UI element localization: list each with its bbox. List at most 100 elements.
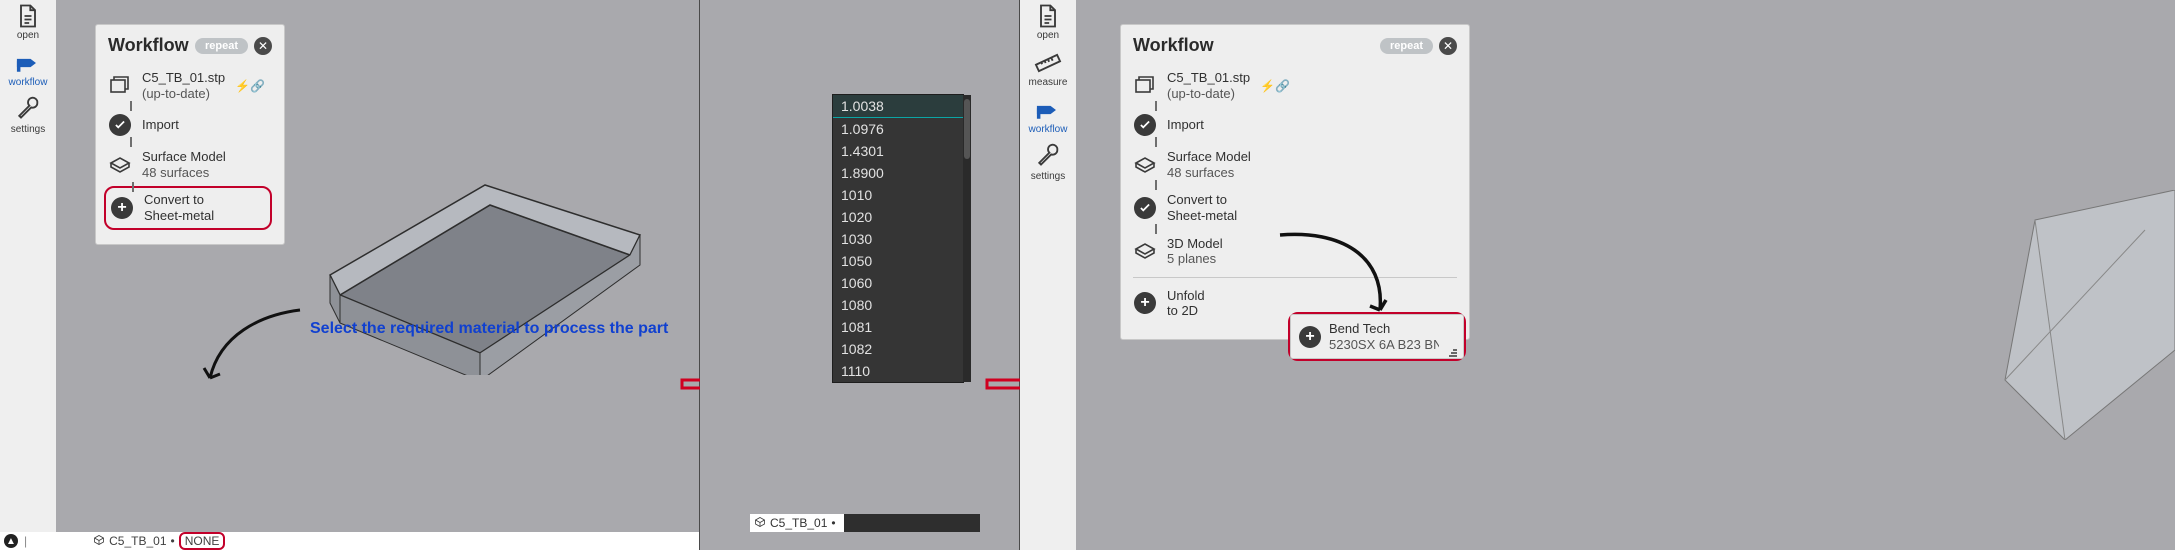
plus-icon xyxy=(111,197,133,219)
material-option[interactable]: 1.0976 xyxy=(833,118,963,140)
annotation-arrow xyxy=(1270,225,1400,325)
hammer-icon xyxy=(1034,98,1062,122)
material-option[interactable]: 1010 xyxy=(833,184,963,206)
left-toolbar: open measure workflow settings xyxy=(1020,0,1076,550)
surface-model-icon xyxy=(108,153,132,177)
status-material[interactable]: NONE xyxy=(179,532,226,550)
dropdown-scrollbar[interactable] xyxy=(963,95,971,382)
workflow-title: Workflow xyxy=(108,35,189,56)
material-option[interactable]: 1082 xyxy=(833,338,963,360)
workflow-label: workflow xyxy=(9,77,48,88)
hammer-icon xyxy=(14,51,42,75)
settings-button[interactable]: settings xyxy=(4,98,52,135)
open-button[interactable]: open xyxy=(4,4,52,41)
surface-title: Surface Model xyxy=(142,149,226,165)
workflow-step-surface[interactable]: Surface Model 48 surfaces xyxy=(108,143,272,186)
link-refresh-icons[interactable]: ⚡🔗 xyxy=(1260,79,1290,93)
material-option-selected[interactable]: 1.0038 xyxy=(833,95,963,118)
material-option[interactable]: 1.8900 xyxy=(833,162,963,184)
material-option[interactable]: 1050 xyxy=(833,250,963,272)
check-icon xyxy=(1134,197,1156,219)
surface-sub: 48 surfaces xyxy=(142,165,226,181)
material-dropdown[interactable]: 1.0038 1.0976 1.4301 1.8900 1010 1020 10… xyxy=(832,94,964,383)
convert-l1: Convert to xyxy=(144,192,214,208)
surface-title: Surface Model xyxy=(1167,149,1251,165)
wrench-icon xyxy=(1034,145,1062,169)
surface-sub: 48 surfaces xyxy=(1167,165,1251,181)
workflow-panel: Workflow repeat ✕ C5_TB_01.stp (up-to-da… xyxy=(95,24,285,245)
status-partname: C5_TB_01 xyxy=(109,534,166,548)
convert-l2: Sheet-metal xyxy=(144,208,214,224)
close-icon[interactable]: ✕ xyxy=(1439,37,1457,55)
annotation-arrow xyxy=(200,300,310,390)
measure-label: measure xyxy=(1029,77,1068,88)
resize-icon xyxy=(1447,344,1459,354)
part-preview-3d[interactable] xyxy=(300,145,650,375)
part-file-icon xyxy=(108,74,132,98)
link-refresh-icons[interactable]: ⚡🔗 xyxy=(235,79,265,93)
surface-model-icon xyxy=(1133,153,1157,177)
measure-button[interactable]: measure xyxy=(1024,51,1072,88)
annotation-text: Select the required material to process … xyxy=(310,320,668,338)
ruler-icon xyxy=(1034,51,1062,75)
status-material-slot[interactable] xyxy=(844,514,980,532)
wrench-icon xyxy=(14,98,42,122)
cube-icon xyxy=(93,534,105,549)
workflow-tab-button[interactable]: workflow xyxy=(1024,98,1072,135)
check-icon xyxy=(1134,114,1156,136)
model3d-sub: 5 planes xyxy=(1167,251,1223,267)
workflow-step-surface[interactable]: Surface Model 48 surfaces xyxy=(1133,143,1457,186)
expand-icon[interactable]: ▲ xyxy=(4,534,18,548)
material-option[interactable]: 1110 xyxy=(833,360,963,382)
material-option[interactable]: 1020 xyxy=(833,206,963,228)
convert-l2: Sheet-metal xyxy=(1167,208,1237,224)
import-label: Import xyxy=(1167,117,1204,133)
import-label: Import xyxy=(142,117,179,133)
open-button[interactable]: open xyxy=(1024,4,1072,41)
part-file-icon xyxy=(1133,74,1157,98)
settings-label: settings xyxy=(11,124,45,135)
repeat-button[interactable]: repeat xyxy=(195,38,248,54)
open-label: open xyxy=(1037,30,1059,41)
workflow-step-convert[interactable]: Convert to Sheet-metal xyxy=(1133,186,1457,229)
part-preview-3d[interactable] xyxy=(1995,190,2175,440)
branch-detail: 5230SX 6A B23 BN xyxy=(1329,337,1439,353)
check-icon xyxy=(109,114,131,136)
file-status: (up-to-date) xyxy=(1167,86,1250,102)
model3d-title: 3D Model xyxy=(1167,236,1223,252)
status-bar: ▲ | C5_TB_01 • NONE xyxy=(0,532,699,550)
plus-icon xyxy=(1299,326,1321,348)
workflow-step-import[interactable]: Import xyxy=(108,107,272,143)
cube-icon xyxy=(754,516,766,531)
workflow-tab-button[interactable]: workflow xyxy=(4,51,52,88)
workflow-title: Workflow xyxy=(1133,35,1214,56)
model-3d-icon xyxy=(1133,239,1157,263)
settings-label: settings xyxy=(1031,171,1065,182)
workflow-step-convert[interactable]: Convert to Sheet-metal xyxy=(104,186,272,229)
file-icon xyxy=(1034,4,1062,28)
unfold-l2: to 2D xyxy=(1167,303,1205,319)
file-name: C5_TB_01.stp xyxy=(142,70,225,86)
file-icon xyxy=(14,4,42,28)
workflow-step-file[interactable]: C5_TB_01.stp (up-to-date) ⚡🔗 xyxy=(1133,64,1457,107)
plus-icon xyxy=(1134,292,1156,314)
material-option[interactable]: 1081 xyxy=(833,316,963,338)
file-status: (up-to-date) xyxy=(142,86,225,102)
status-partname: C5_TB_01 xyxy=(770,516,827,530)
status-bar: C5_TB_01 • xyxy=(750,514,980,532)
close-icon[interactable]: ✕ xyxy=(254,37,272,55)
material-option[interactable]: 1.4301 xyxy=(833,140,963,162)
material-option[interactable]: 1060 xyxy=(833,272,963,294)
material-option[interactable]: 1030 xyxy=(833,228,963,250)
workflow-step-import[interactable]: Import xyxy=(1133,107,1457,143)
open-label: open xyxy=(17,30,39,41)
workflow-label: workflow xyxy=(1029,124,1068,135)
repeat-button[interactable]: repeat xyxy=(1380,38,1433,54)
convert-l1: Convert to xyxy=(1167,192,1237,208)
workflow-step-file[interactable]: C5_TB_01.stp (up-to-date) ⚡🔗 xyxy=(108,64,272,107)
material-option[interactable]: 1080 xyxy=(833,294,963,316)
left-toolbar: open workflow settings xyxy=(0,0,56,550)
settings-button[interactable]: settings xyxy=(1024,145,1072,182)
unfold-l1: Unfold xyxy=(1167,288,1205,304)
file-name: C5_TB_01.stp xyxy=(1167,70,1250,86)
